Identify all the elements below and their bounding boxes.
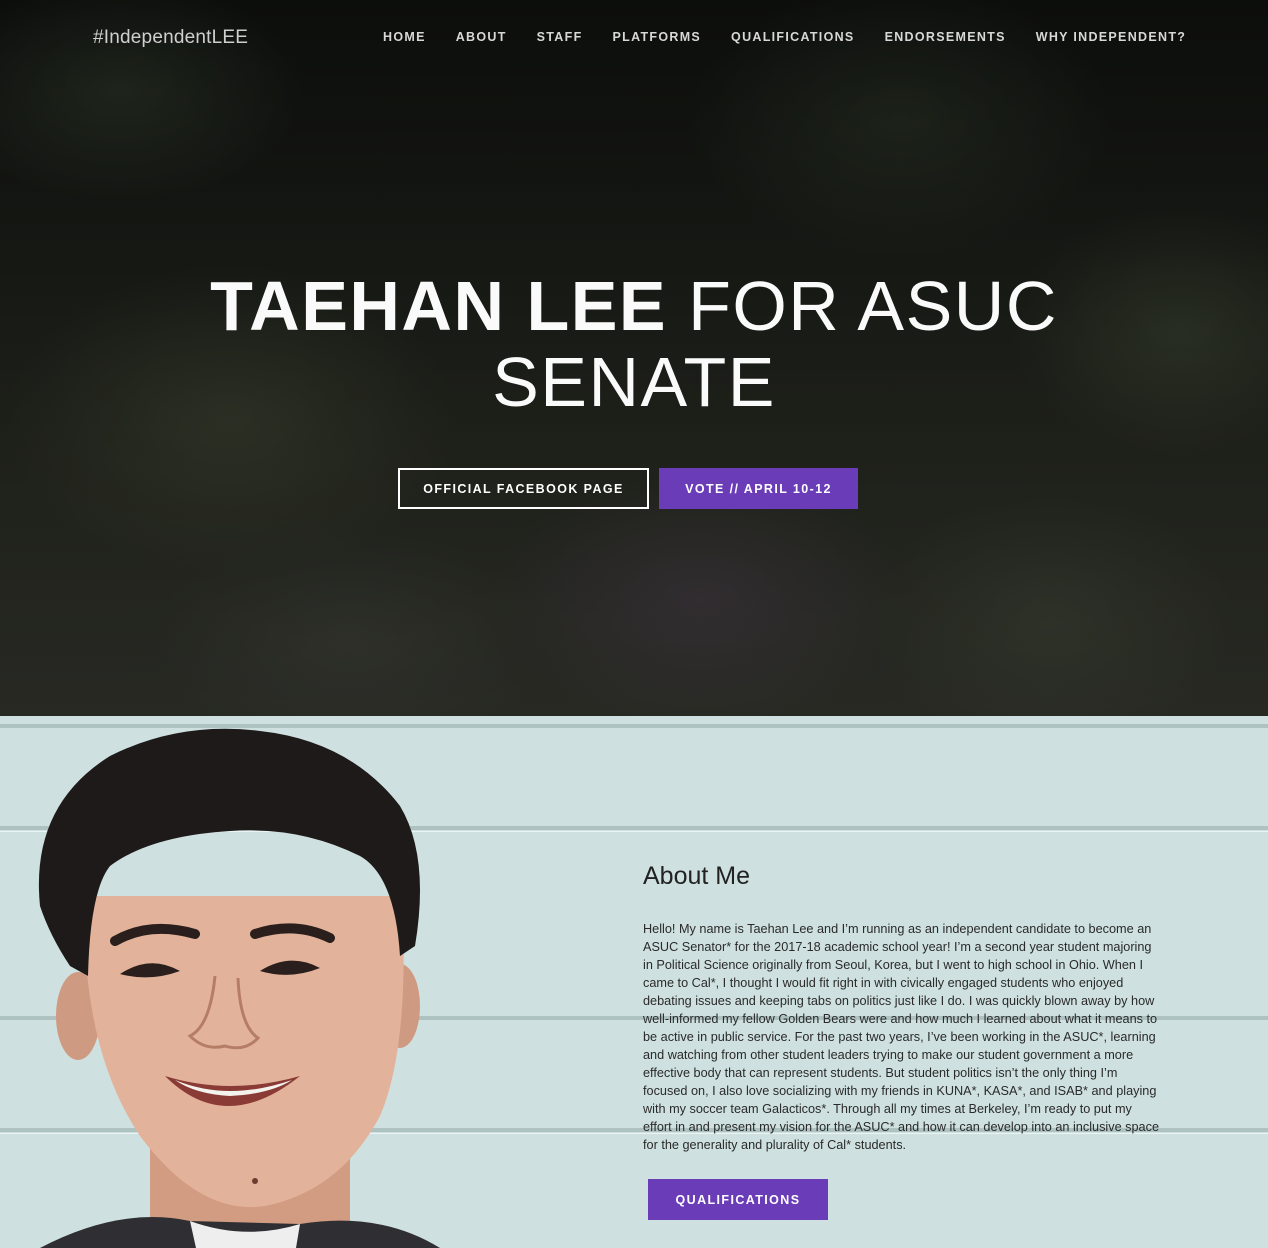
nav-why-independent[interactable]: WHY INDEPENDENT? bbox=[1036, 30, 1186, 44]
nav-endorsements[interactable]: ENDORSEMENTS bbox=[885, 30, 1006, 44]
nav-staff[interactable]: STAFF bbox=[537, 30, 583, 44]
nav-platforms[interactable]: PLATFORMS bbox=[613, 30, 702, 44]
hero-headline: TAEHAN LEE FOR ASUC SENATE bbox=[0, 268, 1268, 420]
brand-logo-link[interactable]: #IndependentLEE bbox=[93, 27, 248, 49]
about-body: Hello! My name is Taehan Lee and I’m run… bbox=[643, 922, 1160, 1152]
main-nav: HOME ABOUT STAFF PLATFORMS QUALIFICATION… bbox=[383, 30, 1216, 44]
about-title: About Me bbox=[643, 862, 751, 890]
headline-rest: FOR ASUC bbox=[667, 267, 1058, 345]
nav-home[interactable]: HOME bbox=[383, 30, 426, 44]
candidate-portrait bbox=[38, 728, 440, 1248]
vote-button[interactable]: VOTE // APRIL 10-12 bbox=[659, 468, 858, 509]
hero-section: #IndependentLEE HOME ABOUT STAFF PLATFOR… bbox=[0, 0, 1268, 716]
qualifications-button[interactable]: QUALIFICATIONS bbox=[648, 1179, 828, 1220]
facebook-page-button[interactable]: OFFICIAL FACEBOOK PAGE bbox=[398, 468, 649, 509]
about-section: About Me Hello! My name is Taehan Lee an… bbox=[0, 716, 1268, 1248]
nav-about[interactable]: ABOUT bbox=[456, 30, 507, 44]
nav-qualifications[interactable]: QUALIFICATIONS bbox=[731, 30, 855, 44]
candidate-name: TAEHAN LEE bbox=[210, 267, 668, 345]
headline-line2: SENATE bbox=[492, 343, 776, 421]
